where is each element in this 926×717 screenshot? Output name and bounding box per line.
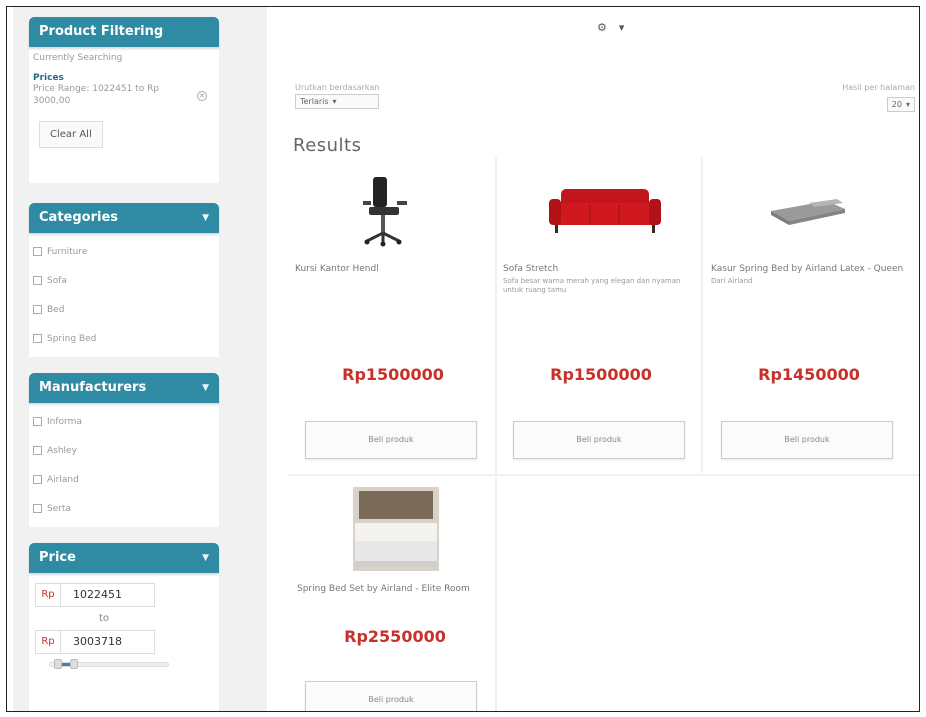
main-content: ⚙ ▾ Urutkan berdasarkan Terlaris ▾ Hasil … xyxy=(269,7,919,711)
mattress-image[interactable] xyxy=(709,167,909,263)
manufacturer-checkbox-item[interactable]: Informa xyxy=(29,407,219,436)
checkbox[interactable] xyxy=(33,305,42,314)
price-to-label: to xyxy=(99,613,110,624)
min-price-input[interactable]: 1022451 xyxy=(61,583,155,607)
categories-title: Categories xyxy=(39,210,119,225)
red-sofa-image[interactable] xyxy=(501,167,701,263)
chevron-down-icon: ▾ xyxy=(332,97,337,106)
product-description xyxy=(293,275,493,277)
buy-product-button[interactable]: Beli produk xyxy=(721,421,893,459)
card-divider xyxy=(495,477,497,711)
manufacturer-checkbox-item[interactable]: Ashley xyxy=(29,436,219,465)
card-divider xyxy=(701,157,703,473)
category-label: Furniture xyxy=(47,246,88,257)
category-checkbox-item[interactable]: Bed xyxy=(29,295,219,324)
sort-value: Terlaris xyxy=(300,97,329,106)
currency-tag: Rp xyxy=(35,630,61,654)
checkbox[interactable] xyxy=(33,475,42,484)
manufacturer-checkbox-item[interactable]: Serta xyxy=(29,494,219,523)
product-name[interactable]: Kursi Kantor Hendl xyxy=(293,263,493,275)
max-price-input[interactable]: 3003718 xyxy=(61,630,155,654)
chevron-down-icon[interactable]: ▼ xyxy=(202,203,209,233)
checkbox[interactable] xyxy=(33,247,42,256)
product-description xyxy=(295,595,495,597)
checkbox[interactable] xyxy=(33,334,42,343)
product-card: Spring Bed Set by Airland - Elite Room R… xyxy=(295,483,495,711)
current-search-label: Currently Searching xyxy=(33,53,123,63)
manufacturer-label: Ashley xyxy=(47,445,77,456)
chevron-down-icon[interactable]: ▼ xyxy=(202,373,209,403)
slider-max-handle[interactable] xyxy=(70,659,78,669)
sidebar: Product Filtering Currently Searching Pr… xyxy=(13,7,267,711)
product-name[interactable]: Sofa Stretch xyxy=(501,263,701,275)
price-header[interactable]: Price ▼ xyxy=(29,543,219,573)
categories-panel: Categories ▼ Furniture Sofa Bed Spring B… xyxy=(29,203,219,357)
category-label: Bed xyxy=(47,304,65,315)
per-page-control: Hasil per halaman 20 ▾ xyxy=(842,83,915,112)
category-checkbox-item[interactable]: Furniture xyxy=(29,237,219,266)
product-price: Rp1500000 xyxy=(550,365,652,384)
category-label: Sofa xyxy=(47,275,67,286)
checkbox[interactable] xyxy=(33,446,42,455)
price-range-slider[interactable] xyxy=(49,659,169,669)
buy-product-button[interactable]: Beli produk xyxy=(513,421,685,459)
spring-bed-image[interactable] xyxy=(295,483,495,579)
product-card: Kursi Kantor Hendl Rp1500000 Beli produk xyxy=(293,167,493,467)
product-price: Rp2550000 xyxy=(344,627,446,646)
chevron-down-icon[interactable]: ▾ xyxy=(619,21,625,34)
product-filtering-header[interactable]: Product Filtering xyxy=(29,17,219,47)
row-divider xyxy=(289,474,919,476)
sort-label: Urutkan berdasarkan xyxy=(295,83,380,92)
manufacturers-panel: Manufacturers ▼ Informa Ashley Airland S… xyxy=(29,373,219,527)
category-checkbox-item[interactable]: Sofa xyxy=(29,266,219,295)
office-chair-image[interactable] xyxy=(293,167,493,263)
sort-control: Urutkan berdasarkan Terlaris ▾ xyxy=(295,83,380,109)
product-price: Rp1500000 xyxy=(342,365,444,384)
card-divider xyxy=(495,157,497,473)
manufacturer-label: Informa xyxy=(47,416,82,427)
manufacturers-header[interactable]: Manufacturers ▼ xyxy=(29,373,219,403)
product-description: Dari Airland xyxy=(711,277,753,285)
settings-icon[interactable]: ⚙ xyxy=(597,21,607,34)
price-title: Price xyxy=(39,550,76,565)
manufacturer-checkbox-item[interactable]: Airland xyxy=(29,465,219,494)
per-page-value: 20 xyxy=(891,100,902,109)
per-page-label: Hasil per halaman xyxy=(842,83,915,92)
categories-header[interactable]: Categories ▼ xyxy=(29,203,219,233)
buy-product-button[interactable]: Beli produk xyxy=(305,421,477,459)
active-filter-key: Prices xyxy=(33,73,64,83)
active-filter-value: Price Range: 1022451 to Rp 3000,00 xyxy=(33,84,160,106)
manufacturer-label: Airland xyxy=(47,474,79,485)
per-page-select[interactable]: 20 ▾ xyxy=(886,97,915,112)
buy-product-button[interactable]: Beli produk xyxy=(305,681,477,711)
checkbox[interactable] xyxy=(33,276,42,285)
product-price: Rp1450000 xyxy=(758,365,860,384)
remove-filter-icon[interactable]: ✕ xyxy=(197,91,207,101)
category-checkbox-item[interactable]: Spring Bed xyxy=(29,324,219,353)
currency-tag: Rp xyxy=(35,583,61,607)
manufacturers-title: Manufacturers xyxy=(39,380,147,395)
product-filtering-panel: Product Filtering Currently Searching Pr… xyxy=(29,17,219,183)
product-name[interactable]: Spring Bed Set by Airland - Elite Room xyxy=(295,583,495,595)
product-card: Kasur Spring Bed by Airland Latex - Quee… xyxy=(709,167,909,467)
product-description: Sofa besar warna merah yang elegan dan n… xyxy=(503,277,681,294)
results-heading: Results xyxy=(293,135,362,156)
checkbox[interactable] xyxy=(33,504,42,513)
browser-frame: Product Filtering Currently Searching Pr… xyxy=(6,6,920,712)
slider-min-handle[interactable] xyxy=(54,659,63,669)
product-card: Sofa Stretch Sofa besar warna merah yang… xyxy=(501,167,701,467)
sort-select[interactable]: Terlaris ▾ xyxy=(295,94,380,109)
top-toolbar: ⚙ ▾ xyxy=(597,21,636,34)
product-name[interactable]: Kasur Spring Bed by Airland Latex - Quee… xyxy=(709,263,909,275)
chevron-down-icon[interactable]: ▼ xyxy=(202,543,209,573)
category-label: Spring Bed xyxy=(47,333,97,344)
clear-all-button[interactable]: Clear All xyxy=(39,121,103,148)
checkbox[interactable] xyxy=(33,417,42,426)
chevron-down-icon: ▾ xyxy=(905,100,910,109)
price-panel: Price ▼ Rp 1022451 to Rp 3003718 xyxy=(29,543,219,711)
manufacturer-label: Serta xyxy=(47,503,71,514)
product-filtering-title: Product Filtering xyxy=(39,24,164,39)
